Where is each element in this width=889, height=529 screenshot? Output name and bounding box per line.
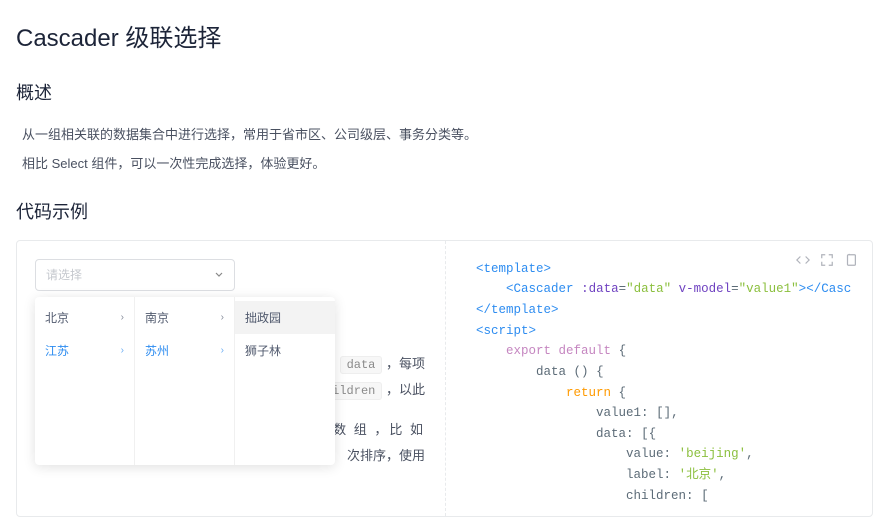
demo-left-panel: 请选择 北京 › 江苏 › 南京 › <box>17 241 445 517</box>
examples-heading: 代码示例 <box>16 198 873 224</box>
cascader-item-zhuozhengyuan[interactable]: 拙政园 <box>235 301 335 334</box>
cascader-item-label: 北京 <box>45 309 69 326</box>
cascader-item-nanjing[interactable]: 南京 › <box>135 301 234 334</box>
cascader-item-suzhou[interactable]: 苏州 › <box>135 334 234 367</box>
overview-section: 从一组相关联的数据集合中进行选择，常用于省市区、公司级层、事务分类等。 相比 S… <box>16 123 873 176</box>
chevron-right-icon: › <box>221 345 224 356</box>
chevron-down-icon <box>214 266 224 284</box>
page-title: Cascader 级联选择 <box>16 18 873 53</box>
cascader-placeholder: 请选择 <box>46 266 82 283</box>
cascader-col-1: 北京 › 江苏 › <box>35 297 135 465</box>
cascader-dropdown: 北京 › 江苏 › 南京 › 苏州 › <box>35 297 335 465</box>
code-block: <template> <Cascader :data="data" v-mode… <box>476 259 858 507</box>
cascader-item-jiangsu[interactable]: 江苏 › <box>35 334 134 367</box>
cascader-item-label: 苏州 <box>145 342 169 359</box>
cascader-item-label: 狮子林 <box>245 342 281 359</box>
chevron-right-icon: › <box>121 312 124 323</box>
chevron-right-icon: › <box>121 345 124 356</box>
text-fragment: ，以此 <box>382 382 425 397</box>
overview-p2: 相比 Select 组件，可以一次性完成选择，体验更好。 <box>22 152 873 175</box>
code-actions <box>796 253 858 267</box>
cascader-item-shizilin[interactable]: 狮子林 <box>235 334 335 367</box>
code-icon[interactable] <box>796 253 810 267</box>
cascader-item-label: 拙政园 <box>245 309 281 326</box>
demo-container: 请选择 北京 › 江苏 › 南京 › <box>16 240 873 518</box>
fullscreen-icon[interactable] <box>820 253 834 267</box>
copy-icon[interactable] <box>844 253 858 267</box>
inline-code: data <box>340 356 383 374</box>
overview-heading: 概述 <box>16 79 873 105</box>
demo-right-panel: <template> <Cascader :data="data" v-mode… <box>445 241 872 517</box>
cascader-item-label: 江苏 <box>45 342 69 359</box>
cascader-col-3: 拙政园 狮子林 <box>235 297 335 465</box>
chevron-right-icon: › <box>221 312 224 323</box>
text-fragment: ，每项 <box>382 356 425 371</box>
overview-p1: 从一组相关联的数据集合中进行选择，常用于省市区、公司级层、事务分类等。 <box>22 123 873 146</box>
cascader-trigger[interactable]: 请选择 <box>35 259 235 291</box>
cascader-col-2: 南京 › 苏州 › <box>135 297 235 465</box>
cascader-item-label: 南京 <box>145 309 169 326</box>
cascader-item-beijing[interactable]: 北京 › <box>35 301 134 334</box>
